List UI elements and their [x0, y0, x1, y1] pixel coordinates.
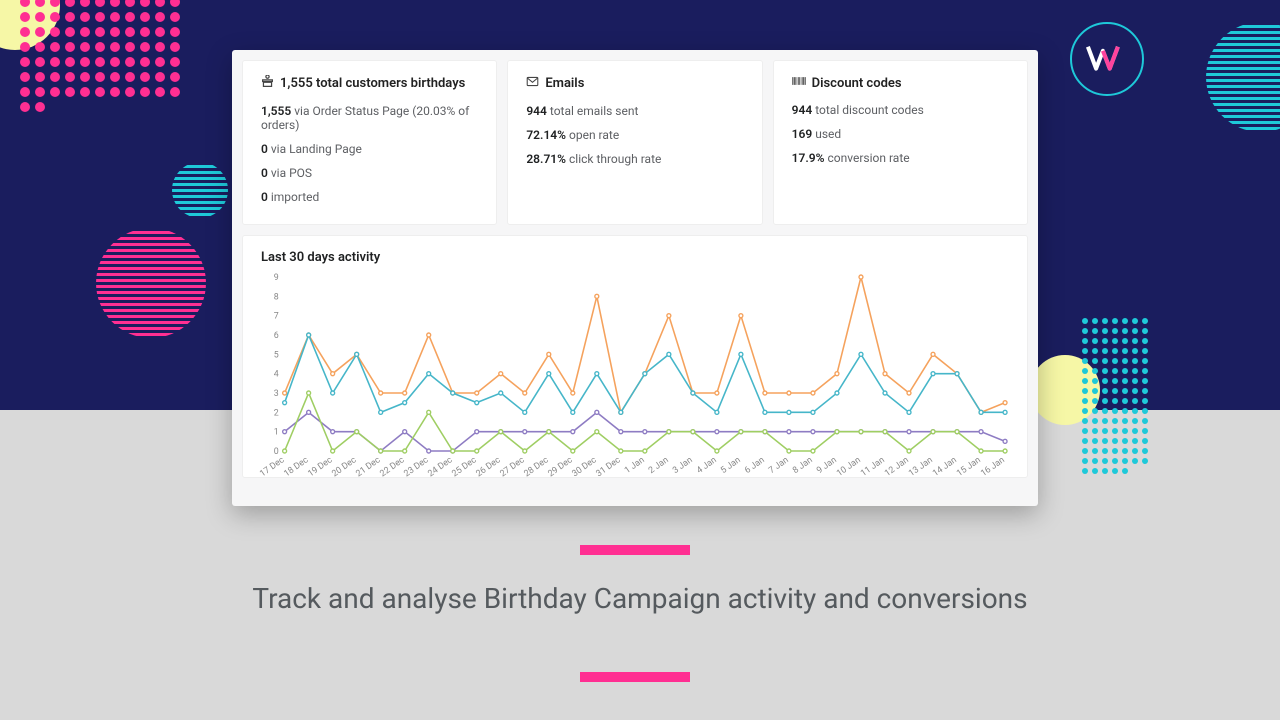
svg-text:19 Dec: 19 Dec	[306, 455, 334, 479]
chart-title: Last 30 days activity	[261, 250, 1009, 265]
metric-row: 72.14% open rate	[526, 128, 743, 142]
svg-text:8 Jan: 8 Jan	[791, 455, 815, 476]
svg-text:5: 5	[274, 350, 279, 360]
svg-text:0: 0	[274, 447, 279, 457]
card-title: Discount codes	[812, 76, 902, 91]
accent-bar	[580, 545, 690, 555]
metric-row: 17.9% conversion rate	[792, 151, 1009, 165]
svg-text:13 Jan: 13 Jan	[907, 455, 935, 479]
card-rows: 944 total discount codes 169 used 17.9% co…	[792, 103, 1009, 165]
svg-text:15 Jan: 15 Jan	[955, 455, 983, 479]
svg-text:7 Jan: 7 Jan	[767, 455, 791, 476]
svg-text:11 Jan: 11 Jan	[859, 455, 887, 479]
barcode-icon	[792, 75, 806, 91]
card-birthdays: 1,555 total customers birthdays 1,555 vi…	[242, 60, 497, 225]
svg-text:10 Jan: 10 Jan	[835, 455, 863, 479]
svg-text:20 Dec: 20 Dec	[330, 455, 358, 479]
metric-row: 944 total emails sent	[526, 104, 743, 118]
accent-bar	[580, 672, 690, 682]
svg-text:1: 1	[274, 428, 279, 438]
svg-text:9 Jan: 9 Jan	[815, 455, 839, 476]
svg-text:14 Jan: 14 Jan	[931, 455, 959, 479]
svg-text:3 Jan: 3 Jan	[671, 455, 695, 476]
card-title: Emails	[545, 76, 584, 91]
svg-text:6: 6	[274, 331, 279, 341]
svg-text:21 Dec: 21 Dec	[354, 455, 382, 479]
svg-text:4: 4	[274, 370, 279, 380]
svg-text:9: 9	[274, 273, 279, 283]
svg-text:23 Dec: 23 Dec	[402, 455, 430, 479]
brand-logo	[1070, 22, 1144, 96]
card-title: 1,555 total customers birthdays	[280, 76, 465, 91]
card-emails: Emails 944 total emails sent 72.14% open …	[507, 60, 762, 225]
svg-text:16 Jan: 16 Jan	[979, 455, 1007, 479]
svg-text:29 Dec: 29 Dec	[547, 455, 575, 479]
svg-text:4 Jan: 4 Jan	[695, 455, 719, 476]
metric-row: 0 via POS	[261, 166, 478, 180]
svg-text:1 Jan: 1 Jan	[623, 455, 647, 476]
svg-text:26 Dec: 26 Dec	[474, 455, 502, 479]
svg-text:30 Dec: 30 Dec	[571, 455, 599, 479]
svg-text:6 Jan: 6 Jan	[743, 455, 767, 476]
svg-text:27 Dec: 27 Dec	[498, 455, 526, 479]
svg-text:22 Dec: 22 Dec	[378, 455, 406, 479]
svg-text:25 Dec: 25 Dec	[450, 455, 478, 479]
metric-row: 944 total discount codes	[792, 103, 1009, 117]
svg-text:17 Dec: 17 Dec	[258, 455, 286, 479]
metric-row: 1,555 via Order Status Page (20.03% of o…	[261, 104, 478, 132]
metric-row: 0 imported	[261, 190, 478, 204]
dashboard-panel: 1,555 total customers birthdays 1,555 vi…	[232, 50, 1038, 506]
mail-icon	[526, 75, 539, 92]
metric-row: 28.71% click through rate	[526, 152, 743, 166]
svg-text:31 Dec: 31 Dec	[595, 455, 623, 479]
svg-text:12 Jan: 12 Jan	[883, 455, 911, 479]
svg-text:24 Dec: 24 Dec	[426, 455, 454, 479]
svg-text:2 Jan: 2 Jan	[647, 455, 671, 476]
svg-text:5 Jan: 5 Jan	[719, 455, 743, 476]
svg-text:7: 7	[274, 312, 279, 322]
headline: Track and analyse Birthday Campaign acti…	[0, 580, 1280, 618]
svg-text:28 Dec: 28 Dec	[522, 455, 550, 479]
svg-text:3: 3	[274, 389, 279, 399]
activity-chart: Last 30 days activity 0 1 2 3 4 5 6 7 8 9 17 Dec18…	[242, 235, 1028, 478]
card-rows: 1,555 via Order Status Page (20.03% of o…	[261, 104, 478, 204]
svg-text:8: 8	[274, 292, 279, 302]
card-rows: 944 total emails sent 72.14% open rate 28.…	[526, 104, 743, 166]
card-discount-codes: Discount codes 944 total discount codes 1…	[773, 60, 1028, 225]
metric-row: 0 via Landing Page	[261, 142, 478, 156]
svg-text:18 Dec: 18 Dec	[282, 455, 310, 479]
gift-icon	[261, 75, 274, 92]
svg-text:2: 2	[274, 408, 279, 418]
metric-row: 169 used	[792, 127, 1009, 141]
